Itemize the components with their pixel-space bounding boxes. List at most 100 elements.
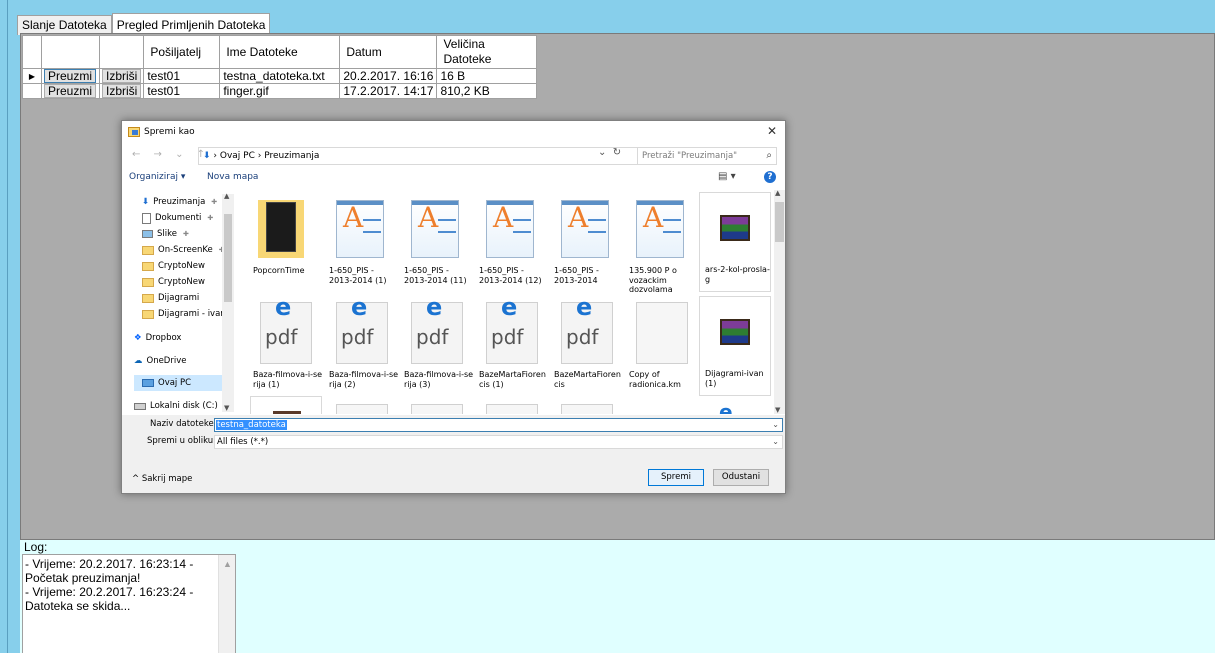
nav-item-documents[interactable]: Dokumenti ✚ (142, 210, 213, 226)
sender-cell[interactable]: test01 (143, 68, 221, 84)
search-input[interactable]: Pretraži "Preuzimanja" ⌕ (637, 147, 777, 165)
download-button[interactable]: Preuzmi (44, 84, 97, 98)
filename-cell[interactable]: testna_datoteka.txt (219, 68, 341, 84)
nav-item-downloads[interactable]: ⬇ Preuzimanja ✚ (142, 194, 217, 210)
file-item[interactable]: ars-2-kol-prosla- g (699, 192, 771, 292)
file-item[interactable]: e pdf Baza-filmova-i-se rija (2) (324, 296, 398, 389)
file-item[interactable]: A 1-650_PIS - 2013-2014 (1) (324, 194, 396, 285)
save-button[interactable]: Spremi (648, 469, 704, 486)
file-item[interactable] (474, 396, 546, 414)
size-cell[interactable]: 810,2 KB (436, 83, 538, 99)
search-icon: ⌕ (766, 150, 772, 161)
organize-button[interactable]: Organiziraj ▾ (129, 172, 185, 182)
filename-value: testna_datoteka (216, 420, 287, 430)
nav-item-onscreen[interactable]: On-ScreenKe✚ (142, 242, 225, 258)
pdf-icon: e pdf (336, 296, 388, 364)
nav-item-local-disk[interactable]: Lokalni disk (C:) (134, 398, 218, 414)
nav-item-dropbox[interactable]: ❖ Dropbox (134, 330, 181, 346)
file-name: 135.900 P o vozackim dozvolama (629, 266, 677, 294)
new-folder-button[interactable]: Nova mapa (207, 172, 258, 182)
download-button[interactable]: Preuzmi (44, 69, 97, 83)
nav-item-onedrive[interactable]: ☁ OneDrive (134, 353, 186, 369)
close-icon[interactable]: ✕ (767, 124, 777, 138)
filename-field[interactable]: testna_datoteka ⌄ (214, 418, 783, 432)
file-item[interactable] (250, 396, 322, 414)
scroll-thumb[interactable] (775, 202, 784, 242)
pdf-icon: e pdf (561, 296, 613, 364)
log-scrollbar[interactable]: ▲ (218, 555, 235, 653)
table-row[interactable]: Preuzmi Izbriši test01 finger.gif 17.2.2… (22, 83, 538, 99)
table-row[interactable]: ▶ Preuzmi Izbriši test01 testna_datoteka… (22, 68, 538, 84)
tab-received-files[interactable]: Pregled Primljenih Datoteka (111, 13, 271, 34)
file-item[interactable]: e pdf BazeMartaFioren cis (1) (474, 296, 546, 389)
document-icon (142, 212, 151, 224)
column-header-filename[interactable]: Ime Datoteke (219, 35, 341, 69)
pictures-icon (142, 230, 153, 238)
address-bar[interactable]: ⬇ › Ovaj PC › Preuzimanja (198, 147, 638, 165)
file-item[interactable]: A 1-650_PIS - 2013-2014 (11) (399, 194, 471, 285)
file-item[interactable]: PopcornTime (248, 194, 320, 276)
column-header-date[interactable]: Datum (339, 35, 438, 69)
cancel-button[interactable]: Odustani (713, 469, 769, 486)
nav-item-dijagrami-ivan[interactable]: Dijagrami - ivan (142, 306, 226, 322)
file-type-select[interactable]: All files (*.*) ⌄ (214, 435, 783, 449)
help-icon[interactable]: ? (764, 171, 776, 183)
scroll-down-icon[interactable]: ▼ (224, 404, 229, 412)
file-item[interactable]: A 1-650_PIS - 2013-2014 (549, 194, 621, 285)
scroll-up-icon[interactable]: ▲ (223, 557, 232, 571)
column-header-download[interactable] (41, 35, 100, 69)
chevron-down-icon[interactable]: ⌄ (772, 419, 779, 431)
column-header-size[interactable]: Veličina Datoteke (436, 35, 538, 69)
size-cell[interactable]: 16 B (436, 68, 538, 84)
chevron-down-icon[interactable]: ⌄ (772, 436, 779, 448)
folder-icon (142, 277, 154, 287)
dropbox-icon: ❖ (134, 333, 142, 343)
file-item[interactable]: Dijagrami-ivan (1) (699, 296, 771, 396)
nav-scrollbar[interactable]: ▲ ▼ (222, 192, 234, 412)
file-item[interactable]: Copy of radionica.km (624, 298, 696, 389)
file-item[interactable]: A 1-650_PIS - 2013-2014 (12) (474, 194, 546, 285)
view-options-icon[interactable]: ▤ ▾ (718, 171, 736, 182)
file-item[interactable]: e pdf BazeMartaFioren cis (549, 296, 621, 389)
file-item[interactable] (324, 396, 396, 414)
pdf-icon: e pdf (486, 296, 538, 364)
log-textbox[interactable]: - Vrijeme: 20.2.2017. 16:23:14 - Početak… (22, 554, 236, 653)
nav-item-pictures[interactable]: Slike ✚ (142, 226, 189, 242)
file-item[interactable] (549, 396, 621, 414)
column-header-sender[interactable]: Pošiljatelj (143, 35, 221, 69)
nav-item-this-pc[interactable]: Ovaj PC (134, 375, 232, 391)
file-item[interactable]: e pdf Baza-filmova-i-se rija (3) (399, 296, 473, 389)
hide-folders-button[interactable]: ^ Sakrij mape (132, 474, 192, 484)
tab-send-files[interactable]: Slanje Datoteka (17, 15, 112, 35)
scroll-thumb[interactable] (224, 214, 232, 302)
log-line: Datoteka se skida... (25, 599, 131, 613)
scroll-down-icon[interactable]: ▼ (775, 406, 780, 414)
file-item[interactable]: A 135.900 P o vozackim dozvolama (624, 194, 696, 295)
file-item[interactable]: e (699, 396, 771, 415)
date-cell[interactable]: 17.2.2017. 14:17 (339, 83, 438, 99)
file-list-scrollbar[interactable]: ▲ ▼ (774, 189, 785, 414)
nav-label: CryptoNew (158, 277, 205, 287)
delete-button[interactable]: Izbriši (102, 84, 142, 98)
file-name: 1-650_PIS - 2013-2014 (1) (329, 266, 387, 285)
delete-button[interactable]: Izbriši (102, 69, 142, 83)
file-item[interactable] (399, 396, 471, 414)
filename-cell[interactable]: finger.gif (219, 83, 341, 99)
folder-icon (258, 200, 304, 258)
delete-cell: Izbriši (98, 83, 145, 99)
file-name: Copy of radionica.km (629, 370, 681, 389)
scroll-up-icon[interactable]: ▲ (775, 189, 780, 197)
text-file-icon (486, 404, 538, 414)
scroll-up-icon[interactable]: ▲ (224, 192, 229, 200)
sender-cell[interactable]: test01 (143, 83, 221, 99)
wordpad-icon: A (336, 200, 384, 258)
file-item[interactable]: e pdf Baza-filmova-i-se rija (1) (248, 296, 322, 389)
row-header-corner (22, 35, 42, 69)
refresh-icon[interactable]: ⌄ ↻ (598, 147, 621, 158)
date-cell[interactable]: 20.2.2017. 16:16 (339, 68, 438, 84)
nav-item-cryptonew[interactable]: CryptoNew (142, 274, 205, 290)
nav-item-dijagrami[interactable]: Dijagrami (142, 290, 199, 306)
column-header-delete[interactable] (98, 35, 145, 69)
nav-label: Dijagrami (158, 293, 200, 303)
nav-item-cryptonew[interactable]: CryptoNew (142, 258, 205, 274)
